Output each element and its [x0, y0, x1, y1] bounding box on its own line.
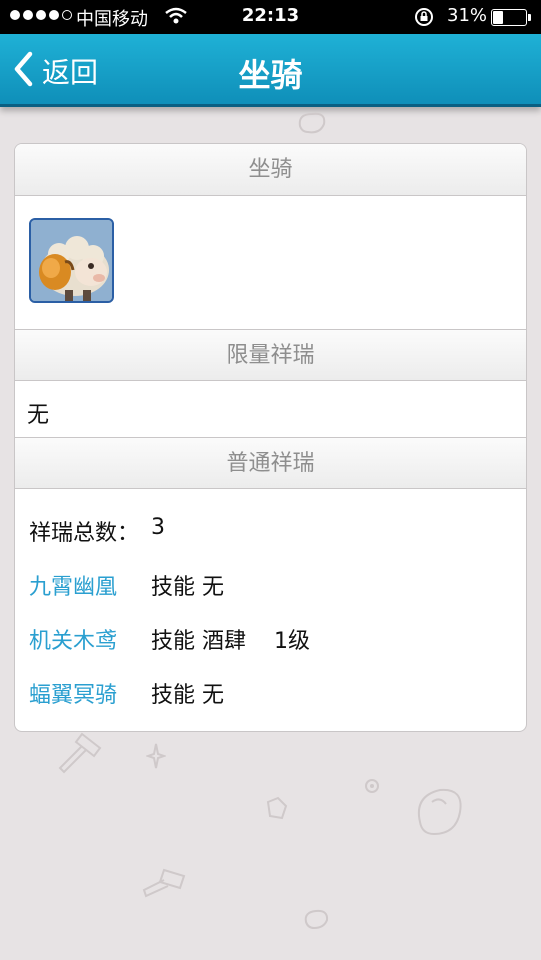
bean-small-doodle-icon — [304, 909, 329, 930]
mount-skill-text: 技能 无 — [151, 683, 224, 708]
mount-name-link[interactable]: 九霄幽凰 — [29, 569, 117, 601]
sparkle-doodle-icon — [146, 743, 166, 769]
mount-avatar[interactable] — [29, 218, 114, 303]
navigation-bar: 返回 坐骑 — [0, 34, 541, 107]
mount-name-link[interactable]: 蝠翼冥骑 — [29, 677, 117, 709]
battery-tip — [528, 14, 531, 21]
hammer-small-doodle-icon — [142, 868, 186, 898]
normal-section-header: 普通祥瑞 — [15, 437, 526, 489]
battery-percent: 31% — [447, 5, 488, 26]
mount-skill-text: 技能 酒肆 1级 — [151, 629, 310, 654]
total-label: 祥瑞总数： — [29, 521, 140, 546]
ring-doodle-icon — [365, 779, 379, 793]
gem-doodle-icon — [266, 796, 288, 820]
mount-skill-text: 技能 无 — [151, 575, 224, 600]
hammer-doodle-icon — [58, 732, 102, 774]
bean-doodle-icon — [298, 112, 326, 134]
total-value: 3 — [151, 515, 165, 540]
status-bar: 中国移动 22:13 31% — [0, 0, 541, 34]
mount-card: 坐骑 限量祥瑞 无 普通祥瑞 祥瑞总数： 3 九霄幽凰 技能 无 机关木鸢 技能… — [14, 143, 527, 732]
sheep-mount-icon — [31, 220, 112, 301]
mount-section-header: 坐骑 — [15, 144, 526, 196]
battery-icon — [491, 9, 527, 26]
bean-large-doodle-icon — [418, 788, 462, 836]
limited-section-header: 限量祥瑞 — [15, 329, 526, 381]
page-title: 坐骑 — [238, 56, 303, 94]
orientation-lock-icon — [414, 7, 434, 32]
mount-name-link[interactable]: 机关木鸢 — [29, 623, 117, 655]
limited-value: 无 — [27, 403, 50, 428]
